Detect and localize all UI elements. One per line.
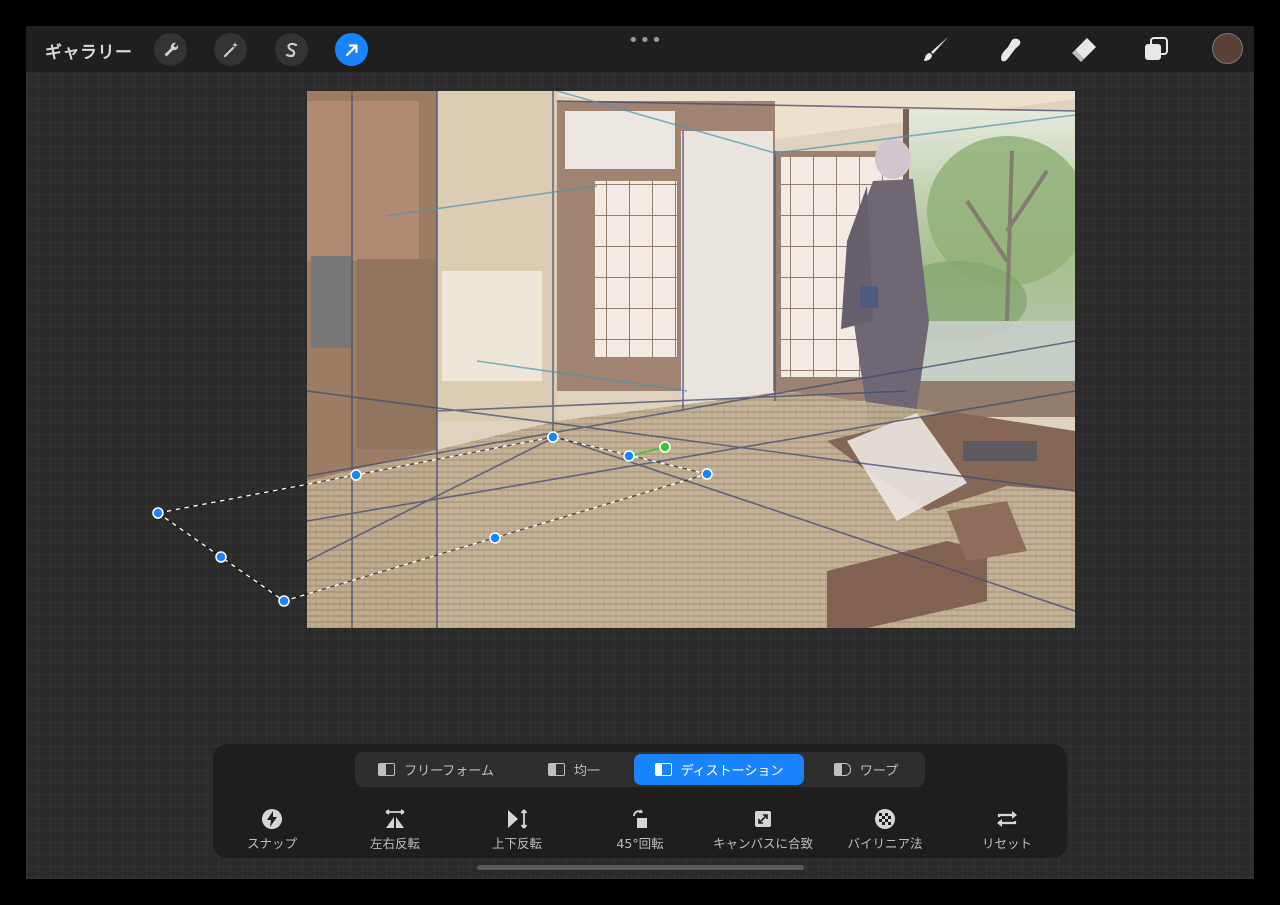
fit-to-canvas-icon <box>707 807 819 831</box>
magic-wand-icon[interactable] <box>214 33 247 66</box>
wrench-icon[interactable] <box>154 33 187 66</box>
rotate-45-icon <box>585 807 695 831</box>
procreate-app: ギャラリー ••• フリーフォーム 均一 ディストーション ワープ スナップ 左… <box>26 26 1254 879</box>
snap-bolt-icon <box>217 807 327 831</box>
transform-mode-selector: フリーフォーム 均一 ディストーション ワープ <box>355 752 925 787</box>
eraser-icon[interactable] <box>1068 34 1100 66</box>
artwork-canvas[interactable] <box>307 91 1075 628</box>
action-label: 45°回転 <box>616 836 664 851</box>
distort-icon <box>654 763 672 776</box>
corner-handle-bottom[interactable] <box>278 595 290 607</box>
mode-uniform[interactable]: 均一 <box>519 754 629 785</box>
flip-horizontal-icon <box>340 807 450 831</box>
edge-handle-bottom-left[interactable] <box>215 551 227 563</box>
transform-arrow-icon[interactable] <box>335 33 368 66</box>
reset-button[interactable]: リセット <box>952 807 1062 852</box>
selection-s-icon[interactable] <box>275 33 308 66</box>
home-indicator <box>477 865 804 870</box>
action-label: スナップ <box>246 836 297 851</box>
bilinear-icon <box>830 807 940 831</box>
more-options-icon[interactable]: ••• <box>628 30 663 51</box>
color-picker-swatch[interactable] <box>1212 33 1243 64</box>
mode-freeform[interactable]: フリーフォーム <box>357 754 515 785</box>
mode-label: 均一 <box>573 764 600 779</box>
freeform-icon <box>378 763 396 776</box>
uniform-icon <box>547 763 565 776</box>
gallery-button[interactable]: ギャラリー <box>45 38 133 63</box>
corner-handle-top[interactable] <box>547 431 559 443</box>
mode-label: ワープ <box>859 764 899 779</box>
layers-icon[interactable] <box>1140 34 1172 66</box>
rotate-45-button[interactable]: 45°回転 <box>585 807 695 852</box>
top-toolbar: ギャラリー ••• <box>26 26 1254 72</box>
action-label: バイリニア法 <box>847 836 923 851</box>
mode-distort[interactable]: ディストーション <box>634 754 804 785</box>
action-label: 上下反転 <box>491 836 542 851</box>
mode-label: ディストーション <box>680 764 784 779</box>
action-label: リセット <box>981 836 1032 851</box>
rotation-handle[interactable] <box>659 441 671 453</box>
edge-handle-top-left[interactable] <box>350 469 362 481</box>
flip-vertical-button[interactable]: 上下反転 <box>462 807 572 852</box>
flip-horizontal-button[interactable]: 左右反転 <box>340 807 450 852</box>
mode-warp[interactable]: ワープ <box>810 754 922 785</box>
action-label: キャンバスに合致 <box>712 836 813 851</box>
action-label: 左右反転 <box>369 836 420 851</box>
corner-handle-left[interactable] <box>152 507 164 519</box>
transform-panel: フリーフォーム 均一 ディストーション ワープ スナップ 左右反転 上下反転 4… <box>213 744 1067 858</box>
corner-handle-right[interactable] <box>701 468 713 480</box>
edge-handle-bottom-right[interactable] <box>489 532 501 544</box>
smudge-icon[interactable] <box>994 34 1026 66</box>
artwork-illustration <box>307 91 1075 628</box>
warp-icon <box>833 763 851 776</box>
reset-icon <box>952 807 1062 831</box>
edge-handle-top-right[interactable] <box>623 450 635 462</box>
brush-icon[interactable] <box>920 34 952 66</box>
mode-label: フリーフォーム <box>404 764 494 779</box>
snap-button[interactable]: スナップ <box>217 807 327 852</box>
fit-to-canvas-button[interactable]: キャンバスに合致 <box>707 807 819 852</box>
bilinear-button[interactable]: バイリニア法 <box>830 807 940 852</box>
flip-vertical-icon <box>462 807 572 831</box>
